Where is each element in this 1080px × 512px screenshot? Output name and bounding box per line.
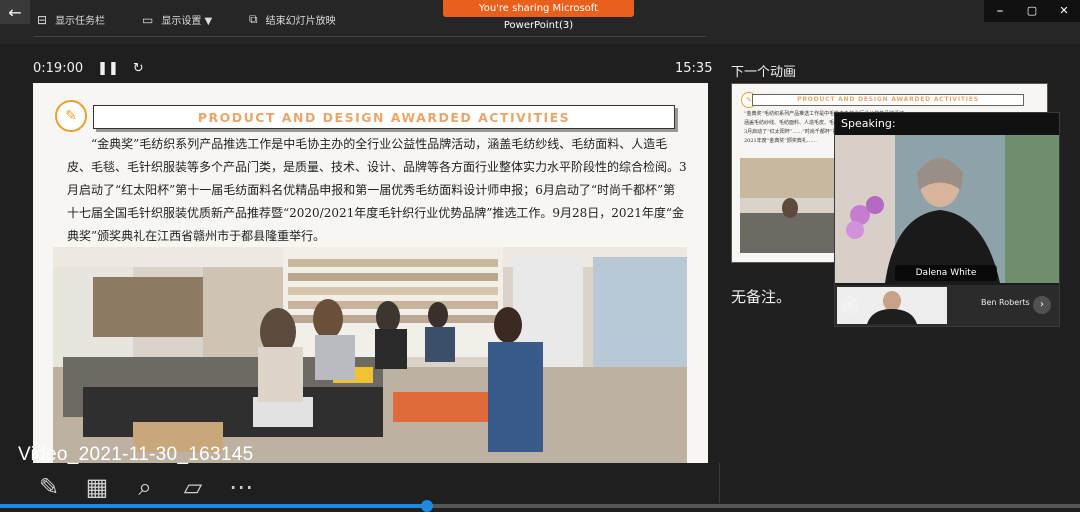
taskbar-icon: ⊟	[37, 12, 48, 27]
thumb-photo	[740, 158, 840, 253]
main-speaker-video[interactable]: Dalena White	[835, 135, 1059, 283]
slide-body-text: “金典奖”毛纺织系列产品推选工作是中毛协主办的全行业公益性品牌活动，涵盖毛纺纱线…	[67, 137, 687, 243]
share-banner[interactable]: You're sharing Microsoft PowerPoint(3)	[443, 0, 634, 31]
clock: 15:35	[675, 61, 713, 76]
show-taskbar-label: 显示任务栏	[55, 16, 106, 27]
monitor-icon: ▭	[142, 12, 154, 27]
presenter-tools: ✎ ▦ ⌕ ▱ ⋯	[34, 472, 256, 502]
zoom-icon[interactable]: ⌕	[130, 472, 160, 502]
pencil-icon: ✎	[55, 100, 87, 132]
screen-off-icon[interactable]: ▱	[178, 472, 208, 502]
progress-fill	[0, 504, 427, 508]
speaker-notes: 无备注。	[731, 288, 792, 306]
end-slideshow-label: 结束幻灯片放映	[265, 16, 336, 27]
participant-name: Ben Roberts	[981, 298, 1030, 307]
slide-photo	[53, 247, 687, 463]
end-show-icon: ⧉	[249, 12, 258, 26]
chevron-left-icon[interactable]: ‹	[841, 296, 859, 314]
show-taskbar-button[interactable]: ⊟ 显示任务栏	[37, 12, 106, 28]
divider	[34, 36, 706, 37]
video-filename: Video_2021-11-30_163145	[18, 444, 254, 465]
maximize-icon[interactable]: ▢	[1016, 0, 1048, 22]
slide-title-box: PRODUCT AND DESIGN AWARDED ACTIVITIES	[93, 105, 675, 129]
back-button[interactable]: ←	[0, 0, 30, 24]
display-settings-button[interactable]: ▭ 显示设置 ▼	[142, 12, 213, 28]
meeting-room-photo	[53, 247, 687, 463]
close-icon[interactable]: ✕	[1048, 0, 1080, 22]
speaker-video-frame	[835, 135, 1059, 283]
elapsed-time: 0:19:00	[33, 61, 84, 76]
timer-bar: 0:19:00 ❚❚ ↻	[33, 61, 144, 76]
participant-strip: ‹ Ben Roberts ›	[835, 285, 1059, 326]
thumb-title: PRODUCT AND DESIGN AWARDED ACTIVITIES	[752, 94, 1024, 106]
next-animation-label: 下一个动画	[731, 65, 797, 80]
minimize-icon[interactable]: ⎯	[984, 0, 1016, 22]
progress-knob[interactable]	[420, 500, 433, 512]
window-controls: ⎯ ▢ ✕	[984, 0, 1080, 22]
speaker-name: Dalena White	[895, 265, 997, 281]
speaking-panel: Speaking: Dalena White ‹ Ben Roberts ›	[834, 112, 1060, 327]
slides-grid-icon[interactable]: ▦	[82, 472, 112, 502]
chevron-right-icon[interactable]: ›	[1033, 296, 1051, 314]
restart-icon[interactable]: ↻	[133, 61, 144, 76]
divider	[719, 463, 720, 503]
pause-icon[interactable]: ❚❚	[97, 61, 119, 76]
arrow-left-icon: ←	[8, 2, 22, 22]
pen-icon[interactable]: ✎	[34, 472, 64, 502]
slide-title: PRODUCT AND DESIGN AWARDED ACTIVITIES	[197, 109, 571, 125]
end-slideshow-button[interactable]: ⧉ 结束幻灯片放映	[249, 12, 336, 27]
display-settings-label: 显示设置 ▼	[161, 16, 213, 27]
current-slide[interactable]: ✎ PRODUCT AND DESIGN AWARDED ACTIVITIES …	[33, 83, 708, 463]
more-options-icon[interactable]: ⋯	[226, 472, 256, 502]
speaking-label: Speaking:	[835, 113, 1059, 135]
